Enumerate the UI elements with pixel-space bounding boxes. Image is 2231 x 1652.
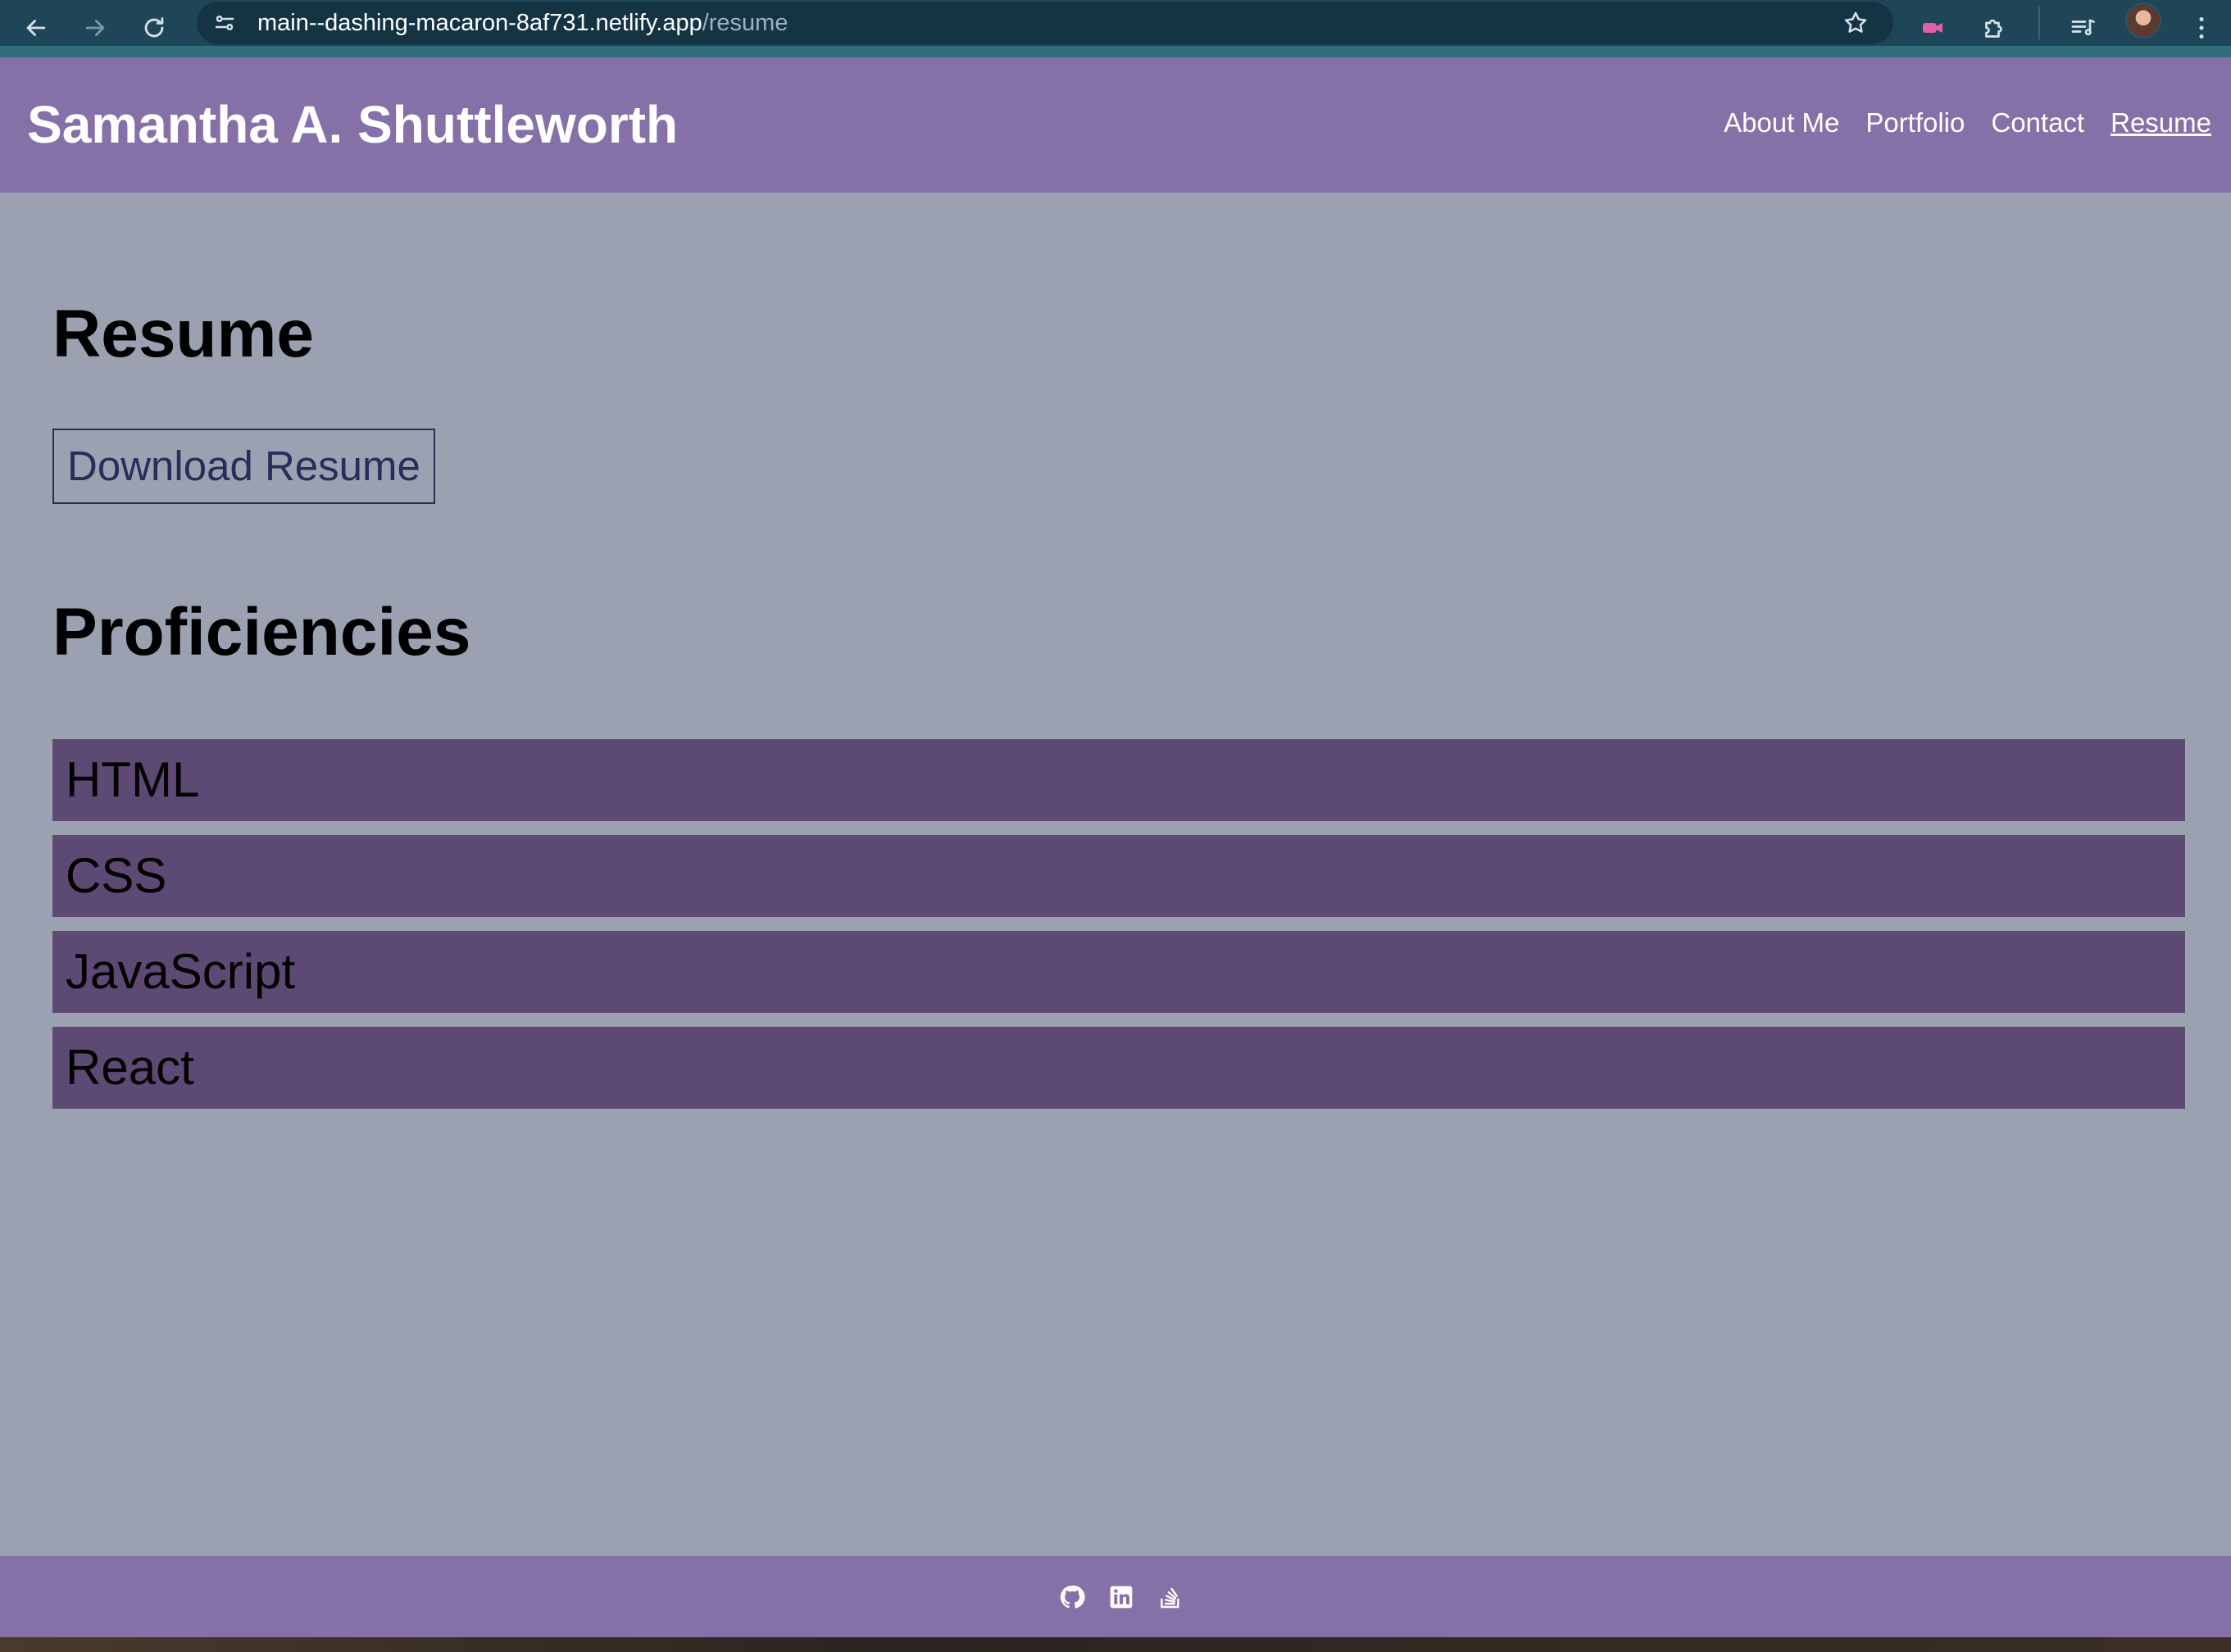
- proficiency-item-react: React: [52, 1027, 2185, 1109]
- nav-portfolio[interactable]: Portfolio: [1865, 107, 1965, 139]
- proficiency-item-html: HTML: [52, 739, 2185, 821]
- desktop-background-strip: [0, 1637, 2231, 1652]
- url-text[interactable]: main--dashing-macaron-8af731.netlify.app…: [257, 8, 788, 38]
- social-links: [1058, 1583, 1184, 1611]
- address-bar[interactable]: main--dashing-macaron-8af731.netlify.app…: [197, 2, 1893, 44]
- profile-avatar[interactable]: [2125, 2, 2161, 39]
- media-queue-icon[interactable]: [2060, 5, 2106, 51]
- site-header: Samantha A. Shuttleworth About Me Portfo…: [0, 57, 2231, 193]
- browser-toolbar: main--dashing-macaron-8af731.netlify.app…: [0, 0, 2231, 57]
- browser-window: main--dashing-macaron-8af731.netlify.app…: [0, 0, 2231, 1652]
- download-resume-button[interactable]: Download Resume: [52, 429, 435, 504]
- stackoverflow-icon[interactable]: [1156, 1583, 1184, 1611]
- resume-heading: Resume: [52, 297, 315, 371]
- proficiencies-list: HTML CSS JavaScript React: [52, 739, 2185, 1123]
- url-path: /resume: [702, 10, 788, 36]
- extension-video-icon[interactable]: [1910, 5, 1956, 51]
- forward-icon[interactable]: [72, 5, 118, 51]
- site-nav: About Me Portfolio Contact Resume: [1724, 107, 2211, 139]
- nav-about-me[interactable]: About Me: [1724, 107, 1839, 139]
- site-footer: [0, 1556, 2231, 1637]
- github-icon[interactable]: [1058, 1583, 1086, 1611]
- site-info-icon[interactable]: [210, 8, 239, 38]
- nav-resume[interactable]: Resume: [2111, 107, 2211, 139]
- proficiency-item-javascript: JavaScript: [52, 931, 2185, 1013]
- menu-kebab-icon[interactable]: [2179, 5, 2224, 51]
- page-viewport: Samantha A. Shuttleworth About Me Portfo…: [0, 57, 2231, 1637]
- nav-contact[interactable]: Contact: [1991, 107, 2084, 139]
- extensions-puzzle-icon[interactable]: [1972, 5, 2018, 51]
- proficiencies-heading: Proficiencies: [52, 595, 471, 669]
- back-icon[interactable]: [13, 5, 59, 51]
- site-title: Samantha A. Shuttleworth: [27, 95, 679, 154]
- linkedin-icon[interactable]: [1107, 1583, 1135, 1611]
- url-host: main--dashing-macaron-8af731.netlify.app: [257, 10, 702, 36]
- bookmark-star-icon[interactable]: [1841, 8, 1870, 38]
- reload-icon[interactable]: [131, 5, 177, 51]
- proficiency-item-css: CSS: [52, 835, 2185, 917]
- toolbar-bottom-strip: [0, 46, 2231, 57]
- toolbar-divider: [2038, 7, 2040, 39]
